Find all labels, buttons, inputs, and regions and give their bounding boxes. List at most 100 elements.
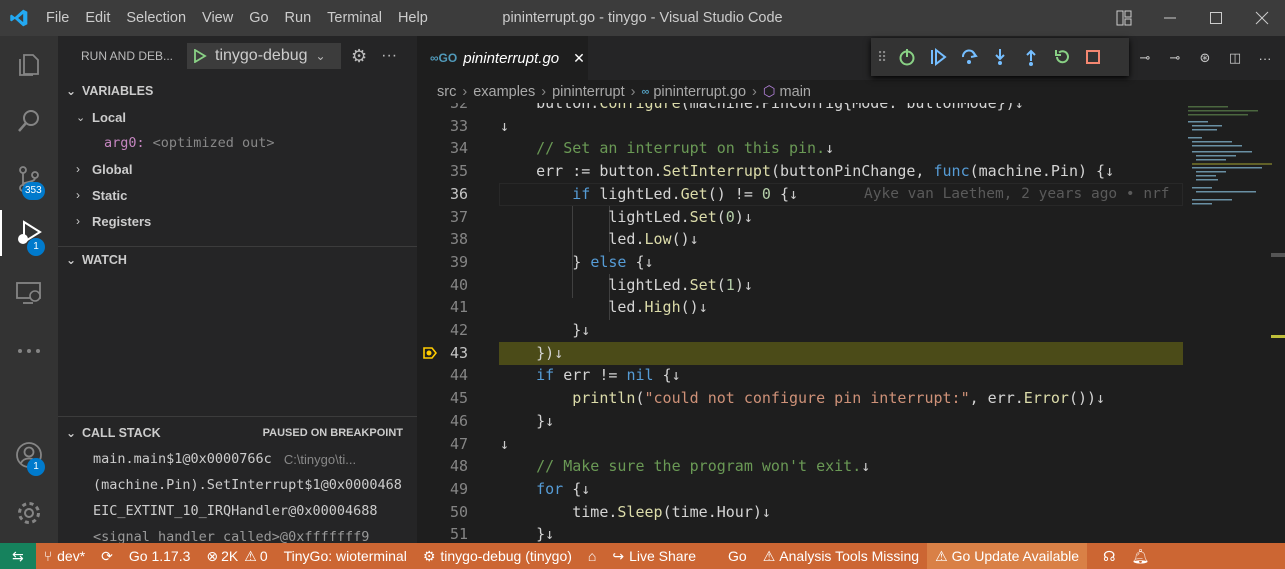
code-line[interactable]: }↓ [500, 523, 554, 543]
code-view[interactable]: 32 button.Configure(machine.PinConfig{Mo… [418, 103, 1285, 543]
stack-frame[interactable]: main.main$1@0x0000766c C:\tinygo\ti... [58, 446, 417, 472]
step-into-icon[interactable] [984, 42, 1015, 72]
code-line[interactable]: // Set an interrupt on this pin.↓ [500, 137, 834, 160]
remote-explorer-icon[interactable] [0, 270, 58, 316]
scope-local[interactable]: ⌄ Local [58, 104, 417, 130]
explorer-icon[interactable] [0, 42, 58, 88]
breadcrumb-item[interactable]: pininterrupt.go [653, 84, 746, 100]
menu-file[interactable]: File [38, 0, 77, 36]
menu-edit[interactable]: Edit [77, 0, 118, 36]
variable-row[interactable]: arg0: <optimized out> [58, 130, 417, 156]
continue-icon[interactable] [922, 42, 953, 72]
menu-selection[interactable]: Selection [118, 0, 194, 36]
tab-bar: ∞GO pininterrupt.go ✕ ⊸ ⊸ ⊛ ◫ ··· [418, 36, 1285, 80]
code-line[interactable]: lightLed.Set(1)↓ [500, 274, 753, 297]
activity-bar: 353 1 1 [0, 36, 58, 543]
code-line[interactable]: }↓ [500, 319, 590, 342]
layout-icon[interactable] [1101, 0, 1147, 36]
more-actions-icon[interactable]: ··· [1250, 51, 1280, 66]
more-actions-icon[interactable]: ··· [381, 47, 397, 65]
code-line[interactable]: time.Sleep(time.Hour)↓ [500, 501, 771, 524]
go-update-status[interactable]: ⚠ Go Update Available [927, 543, 1088, 569]
go-status[interactable]: Go [720, 543, 755, 569]
more-icon[interactable] [0, 328, 58, 374]
restart-icon[interactable] [1046, 42, 1077, 72]
scope-registers[interactable]: › Registers [58, 208, 417, 234]
menu-go[interactable]: Go [241, 0, 276, 36]
split-editor-icon[interactable]: ◫ [1220, 50, 1250, 66]
line-number: 39 [449, 252, 468, 271]
code-line[interactable]: // Make sure the program won't exit.↓ [500, 455, 870, 478]
minimap[interactable] [1183, 103, 1285, 543]
minimize-button[interactable] [1147, 0, 1193, 36]
variables-section-header[interactable]: ⌄ VARIABLES [58, 78, 417, 104]
menu-terminal[interactable]: Terminal [319, 0, 390, 36]
code-line[interactable]: led.High()↓ [500, 296, 707, 319]
code-line[interactable]: ↓ [500, 115, 509, 138]
stack-frame[interactable]: EIC_EXTINT_10_IRQHandler@0x00004688 [58, 498, 417, 524]
code-line[interactable]: lightLed.Set(0)↓ [500, 206, 753, 229]
feedback-button[interactable]: ☊ [1095, 543, 1123, 569]
branch-status[interactable]: ⑂ dev* [36, 543, 93, 569]
error-count: 2K [221, 548, 239, 564]
remote-icon: ⇆ [12, 547, 24, 564]
callstack-section-header[interactable]: ⌄ CALL STACK PAUSED ON BREAKPOINT [58, 420, 417, 446]
open-changes-icon[interactable]: ⊸ [1130, 50, 1160, 66]
breadcrumb-item[interactable]: pininterrupt [552, 84, 625, 100]
settings-gear-icon[interactable] [0, 490, 58, 536]
start-debugging-icon[interactable] [193, 49, 207, 63]
close-button[interactable] [1239, 0, 1285, 36]
go-version[interactable]: Go 1.17.3 [121, 543, 199, 569]
breadcrumb-item[interactable]: examples [473, 84, 535, 100]
live-share-button[interactable]: ↪ Live Share [604, 543, 704, 569]
tinygo-target[interactable]: TinyGo: wioterminal [276, 543, 415, 569]
run-debug-icon[interactable]: 1 [0, 210, 58, 256]
menu-run[interactable]: Run [277, 0, 320, 36]
code-line[interactable]: if lightLed.Get() != 0 {↓ [500, 183, 798, 206]
source-control-icon[interactable]: 353 [0, 156, 58, 202]
code-line[interactable]: } else {↓ [500, 251, 653, 274]
remote-indicator[interactable]: ⇆ [0, 543, 36, 569]
previous-change-icon[interactable]: ⊸ [1160, 50, 1190, 66]
watch-section-header[interactable]: ⌄ WATCH [58, 247, 417, 273]
breadcrumb-item[interactable]: src [437, 84, 456, 100]
menu-view[interactable]: View [194, 0, 241, 36]
drag-handle-icon[interactable]: ⠿ [877, 49, 891, 66]
code-line[interactable]: println("could not configure pin interru… [500, 387, 1105, 410]
code-line[interactable]: ↓ [500, 433, 509, 456]
analysis-tools-status[interactable]: ⚠ Analysis Tools Missing [755, 543, 927, 569]
disconnect-icon[interactable] [891, 42, 922, 72]
code-line[interactable]: }↓ [500, 410, 554, 433]
timeline-icon[interactable]: ⊛ [1190, 50, 1220, 66]
debug-config-select[interactable]: tinygo-debug ⌄ [187, 43, 341, 69]
search-icon[interactable] [0, 98, 58, 144]
scope-label: Global [92, 161, 133, 177]
step-over-icon[interactable] [953, 42, 984, 72]
problems-status[interactable]: ⊗ 2K ⚠ 0 [198, 543, 275, 569]
account-icon[interactable]: 1 [0, 432, 58, 478]
tab-pininterrupt[interactable]: ∞GO pininterrupt.go ✕ [418, 36, 588, 80]
debug-settings-gear-icon[interactable]: ⚙ [351, 46, 367, 67]
debug-config-status[interactable]: ⚙ tinygo-debug (tinygo) [415, 543, 580, 569]
code-line[interactable]: })↓ [500, 342, 563, 365]
step-out-icon[interactable] [1015, 42, 1046, 72]
code-line[interactable]: led.Low()↓ [500, 228, 698, 251]
code-line[interactable]: err := button.SetInterrupt(buttonPinChan… [500, 160, 1114, 183]
stop-icon[interactable] [1077, 42, 1108, 72]
sync-button[interactable]: ⟳ [93, 543, 121, 569]
debug-toolbar: ⠿ [871, 38, 1129, 76]
code-line[interactable]: for {↓ [500, 478, 590, 501]
home-button[interactable]: ⌂ [580, 543, 604, 569]
notifications-button[interactable]: 🔔︎ [1123, 543, 1157, 569]
stack-frame[interactable]: (machine.Pin).SetInterrupt$1@0x0000468 [58, 472, 417, 498]
scope-static[interactable]: › Static [58, 182, 417, 208]
maximize-button[interactable] [1193, 0, 1239, 36]
code-line[interactable]: button.Configure(machine.PinConfig{Mode:… [500, 103, 1024, 115]
code-line[interactable]: if err != nil {↓ [500, 364, 681, 387]
scope-global[interactable]: › Global [58, 156, 417, 182]
breadcrumb-item[interactable]: main [780, 84, 811, 100]
menu-help[interactable]: Help [390, 0, 436, 36]
close-tab-icon[interactable]: ✕ [573, 50, 585, 67]
chevron-down-icon: ⌄ [76, 111, 86, 124]
stack-frame[interactable]: <signal handler called>@0xfffffff9 [58, 524, 417, 543]
